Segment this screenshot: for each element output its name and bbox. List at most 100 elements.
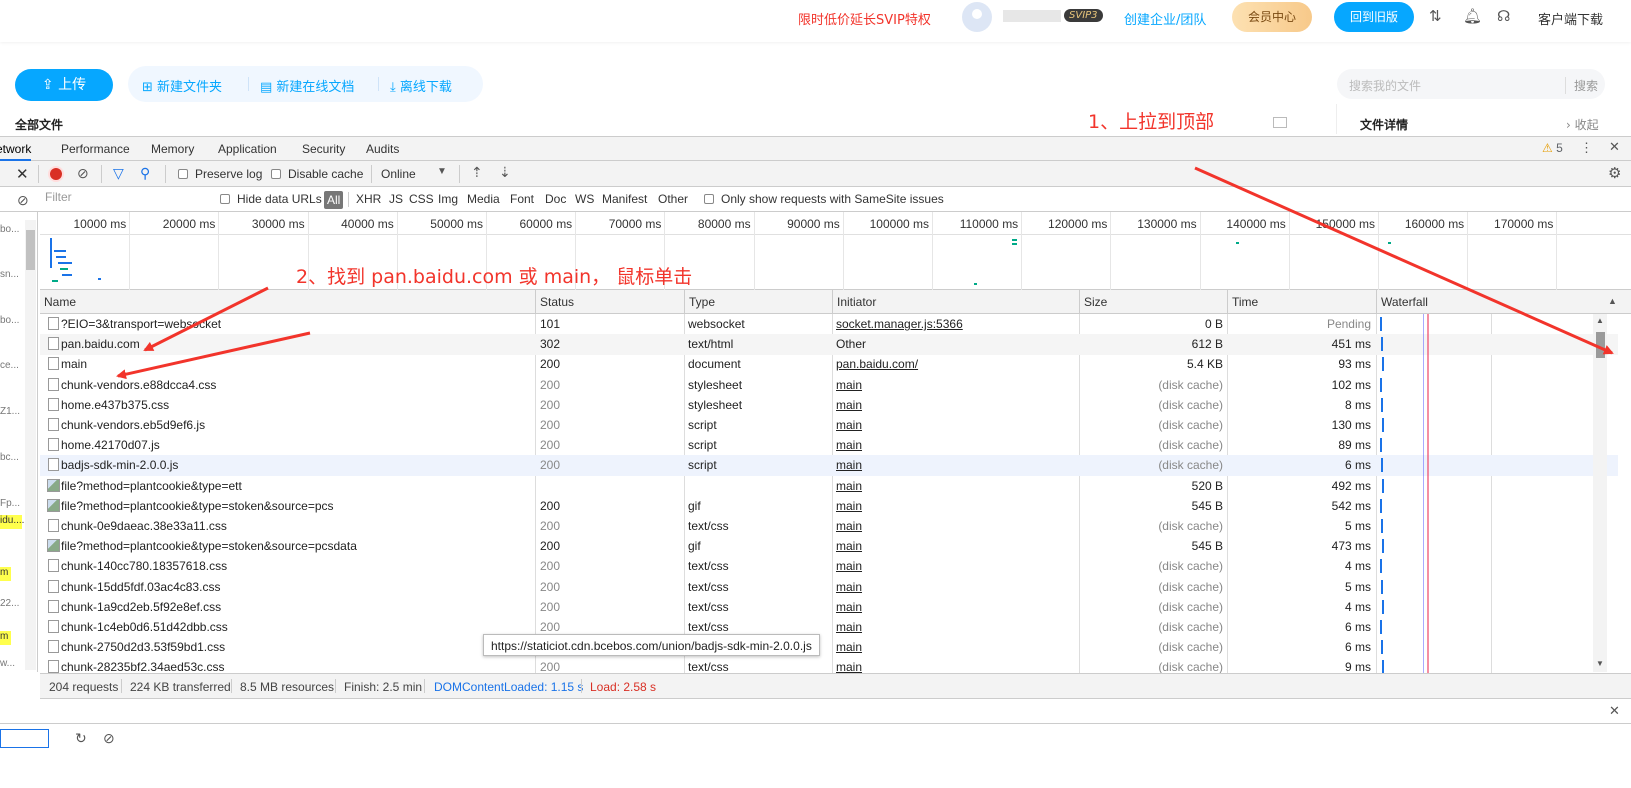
sidebar-item-highlight[interactable]: m	[0, 631, 11, 645]
samesite-checkbox[interactable]	[704, 194, 714, 204]
table-scrollbar[interactable]: ▲ ▼	[1593, 314, 1607, 672]
column-name[interactable]: Name	[40, 290, 536, 314]
cell-initiator[interactable]: main	[836, 499, 1076, 513]
search-input[interactable]: 搜索我的文件	[1349, 77, 1421, 94]
warnings-count[interactable]: ⚠ 5	[1542, 141, 1563, 155]
cell-initiator[interactable]: main	[836, 600, 1076, 614]
cell-initiator[interactable]: main	[836, 398, 1076, 412]
table-row[interactable]: ?EIO=3&transport=websocket 101 websocket so…	[40, 314, 1618, 335]
close-drawer-icon[interactable]: ✕	[1609, 703, 1620, 719]
tab-security[interactable]: Security	[302, 142, 345, 156]
cell-initiator[interactable]: main	[836, 559, 1076, 573]
search-button[interactable]: 搜索	[1565, 77, 1598, 94]
cell-initiator[interactable]: main	[836, 660, 1076, 674]
more-menu-icon[interactable]: ⋮	[1580, 140, 1593, 156]
sidebar-item[interactable]: bo...	[0, 315, 19, 326]
type-filter-ws[interactable]: WS	[575, 192, 594, 206]
sidebar-item-highlight[interactable]: idu....	[0, 515, 24, 529]
new-folder-button[interactable]: ⊞ 新建文件夹	[142, 76, 222, 95]
sidebar-item[interactable]: sn...	[0, 269, 19, 280]
vip-center-button[interactable]: 会员中心	[1232, 2, 1312, 32]
client-download-link[interactable]: 客户端下载	[1538, 9, 1603, 28]
offline-download-button[interactable]: ⤓ 离线下载	[390, 76, 452, 95]
table-row[interactable]: chunk-vendors.e88dcca4.css 200 stylesheet m…	[40, 375, 1618, 396]
clear-console-icon[interactable]: ⊘	[103, 730, 115, 747]
type-filter-css[interactable]: CSS	[409, 192, 434, 206]
breadcrumb-all-files[interactable]: 全部文件	[15, 116, 63, 133]
sidebar-item[interactable]: Z1...	[0, 406, 20, 417]
import-har-icon[interactable]: ⇡	[471, 164, 483, 181]
table-row[interactable]: chunk-1c4eb0d6.51d42dbb.css 200 text/css ma…	[40, 617, 1618, 638]
sidebar-item-highlight[interactable]: m	[0, 567, 11, 581]
cell-initiator[interactable]: main	[836, 479, 1076, 493]
type-filter-other[interactable]: Other	[658, 192, 688, 206]
cell-initiator[interactable]: main	[836, 418, 1076, 432]
create-team-link[interactable]: 创建企业/团队	[1124, 9, 1206, 28]
table-row[interactable]: file?method=plantcookie&type=ett main 520 …	[40, 476, 1618, 497]
old-version-button[interactable]: 回到旧版	[1334, 2, 1414, 32]
column-status[interactable]: Status	[536, 290, 685, 314]
scrollbar-thumb[interactable]	[26, 230, 35, 270]
collapse-button[interactable]: › 收起	[1566, 116, 1599, 133]
sidebar-scrollbar[interactable]	[25, 220, 36, 670]
tab-performance[interactable]: Performance	[61, 142, 130, 156]
search-icon[interactable]: ⚲	[140, 165, 150, 182]
tab-memory[interactable]: Memory	[151, 142, 194, 156]
tab-application[interactable]: Application	[218, 142, 277, 156]
type-filter-font[interactable]: Font	[510, 192, 534, 206]
scroll-up-icon[interactable]: ▲	[1596, 316, 1604, 325]
table-row[interactable]: chunk-15dd5fdf.03ac4c83.css 200 text/css ma…	[40, 577, 1618, 598]
sidebar-item[interactable]: ce...	[0, 360, 19, 371]
column-size[interactable]: Size	[1080, 290, 1228, 314]
avatar[interactable]	[962, 2, 992, 32]
record-button[interactable]	[50, 168, 62, 180]
table-row[interactable]: home.42170d07.js 200 script main (disk cache…	[40, 435, 1618, 456]
svip-promo-link[interactable]: 限时低价延长SVIP特权	[798, 9, 931, 28]
type-filter-manifest[interactable]: Manifest	[602, 192, 647, 206]
bell-icon[interactable]: 🔔︎	[1463, 7, 1482, 25]
cell-initiator[interactable]: main	[836, 519, 1076, 533]
table-row[interactable]: chunk-2750d2d3.53f59bd1.css200text/cssma…	[40, 637, 1618, 658]
disable-cache-checkbox[interactable]	[271, 169, 281, 179]
table-row[interactable]: chunk-1a9cd2eb.5f92e8ef.css 200 text/css ma…	[40, 597, 1618, 618]
preserve-log-checkbox[interactable]	[178, 169, 188, 179]
tab-audits[interactable]: Audits	[366, 142, 399, 156]
settings-gear-icon[interactable]: ⚙	[1608, 164, 1621, 182]
timeline-overview[interactable]: 10000 ms 20000 ms 30000 ms 40000 ms 50000 ms…	[40, 212, 1631, 290]
sidebar-item[interactable]: bo...	[0, 224, 19, 235]
clear-icon[interactable]: ⊘	[77, 165, 89, 182]
scrollbar-thumb[interactable]	[1596, 332, 1605, 358]
refresh-icon[interactable]: ↻	[75, 730, 87, 747]
type-filter-xhr[interactable]: XHR	[356, 192, 381, 206]
type-filter-img[interactable]: Img	[438, 192, 458, 206]
scroll-down-icon[interactable]: ▼	[1596, 659, 1604, 668]
cell-initiator[interactable]: main	[836, 539, 1076, 553]
table-row[interactable]: chunk-28235bf2.34aed53c.css 200 text/css ma…	[40, 657, 1618, 674]
table-row[interactable]: main 200 document pan.baidu.com/5.4 KB 93 ms	[40, 354, 1618, 375]
transfer-icon[interactable]: ⇅	[1429, 7, 1442, 25]
search-box[interactable]: 搜索我的文件 搜索	[1337, 69, 1605, 99]
close-sidebar-icon[interactable]: ✕	[16, 165, 29, 183]
cell-initiator[interactable]: socket.manager.js:5366	[836, 317, 1076, 331]
filter-icon[interactable]: ▽	[113, 165, 124, 182]
tab-network[interactable]: etwork	[0, 137, 32, 161]
console-context-input[interactable]	[0, 729, 49, 748]
sort-ascending-icon[interactable]: ▲	[1608, 296, 1617, 306]
table-row[interactable]: home.e437b375.css 200 stylesheet main (disk …	[40, 395, 1618, 416]
close-icon[interactable]: ✕	[1609, 139, 1620, 155]
table-row[interactable]: chunk-vendors.eb5d9ef6.js 200 script main (d…	[40, 415, 1618, 436]
filter-input[interactable]: Filter	[45, 190, 207, 209]
table-row[interactable]: pan.baidu.com 302 text/html Other 612 B 451 m…	[40, 334, 1618, 355]
cell-initiator[interactable]: main	[836, 620, 1076, 634]
sidebar-item[interactable]: bc...	[0, 452, 19, 463]
type-filter-js[interactable]: JS	[389, 192, 403, 206]
grid-view-icon[interactable]	[1273, 117, 1287, 128]
new-doc-button[interactable]: ▤ 新建在线文档	[260, 76, 354, 95]
table-row[interactable]: file?method=plantcookie&type=stoken&sour…	[40, 536, 1618, 557]
hide-data-urls-checkbox[interactable]	[220, 194, 230, 204]
throttling-select[interactable]: Online	[381, 167, 416, 181]
table-row[interactable]: file?method=plantcookie&type=stoken&sour…	[40, 496, 1618, 517]
type-filter-doc[interactable]: Doc	[545, 192, 566, 206]
headset-icon[interactable]: ☊	[1497, 7, 1510, 25]
column-type[interactable]: Type	[685, 290, 833, 314]
